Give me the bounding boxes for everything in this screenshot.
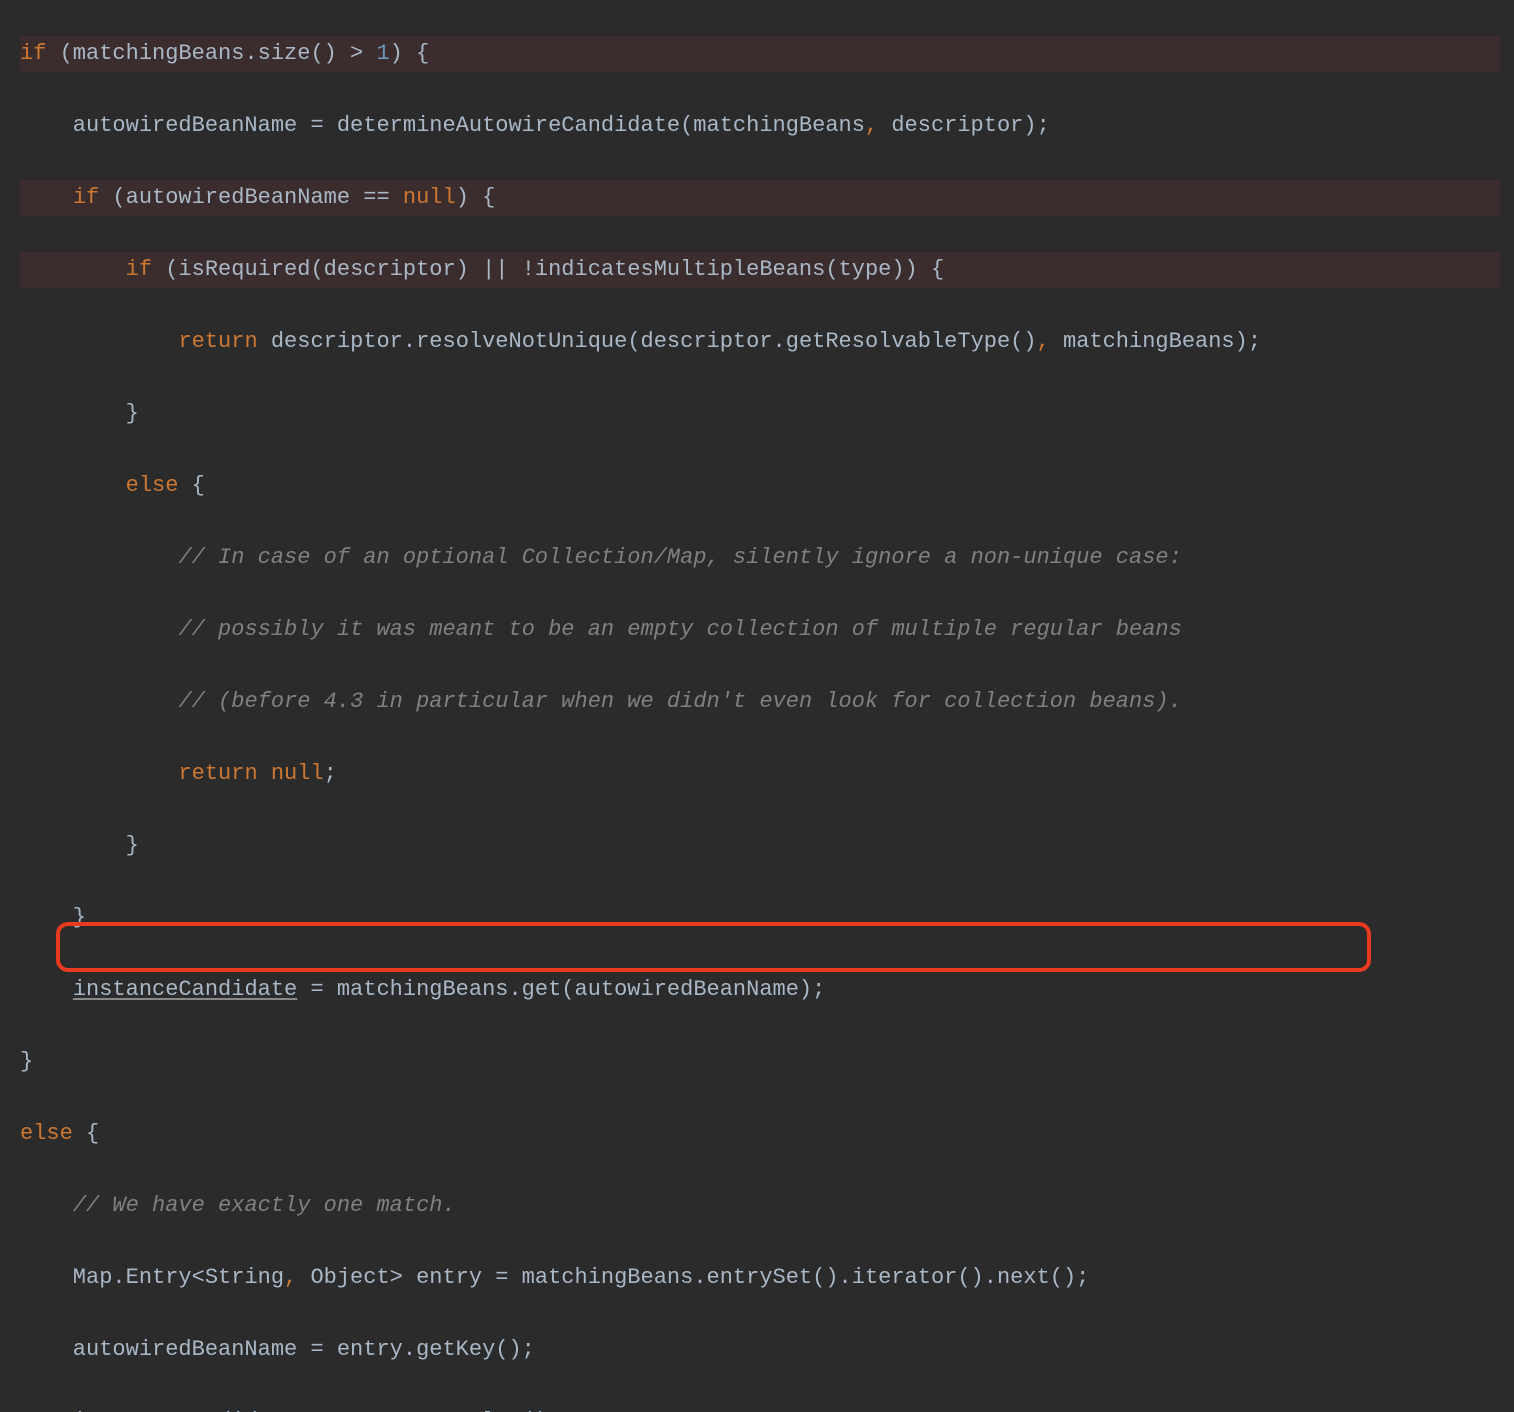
code-line: // (before 4.3 in particular when we did…: [20, 684, 1500, 720]
code-line: if (matchingBeans.size() > 1) {: [20, 36, 1500, 72]
code-line: instanceCandidate = entry.getValue();: [20, 1404, 1500, 1412]
code-line: instanceCandidate = matchingBeans.get(au…: [20, 972, 1500, 1008]
code-line: }: [20, 396, 1500, 432]
code-line: if (autowiredBeanName == null) {: [20, 180, 1500, 216]
code-line: // In case of an optional Collection/Map…: [20, 540, 1500, 576]
code-line: }: [20, 828, 1500, 864]
code-line: Map.Entry<String, Object> entry = matchi…: [20, 1260, 1500, 1296]
code-line: }: [20, 1044, 1500, 1080]
code-editor[interactable]: if (matchingBeans.size() > 1) { autowire…: [0, 0, 1514, 1412]
code-line: // possibly it was meant to be an empty …: [20, 612, 1500, 648]
code-line: else {: [20, 1116, 1500, 1152]
code-line: else {: [20, 468, 1500, 504]
code-line: autowiredBeanName = determineAutowireCan…: [20, 108, 1500, 144]
code-line: autowiredBeanName = entry.getKey();: [20, 1332, 1500, 1368]
code-line: return null;: [20, 756, 1500, 792]
code-line: if (isRequired(descriptor) || !indicates…: [20, 252, 1500, 288]
code-line: }: [20, 900, 1500, 936]
code-line: return descriptor.resolveNotUnique(descr…: [20, 324, 1500, 360]
code-line: // We have exactly one match.: [20, 1188, 1500, 1224]
